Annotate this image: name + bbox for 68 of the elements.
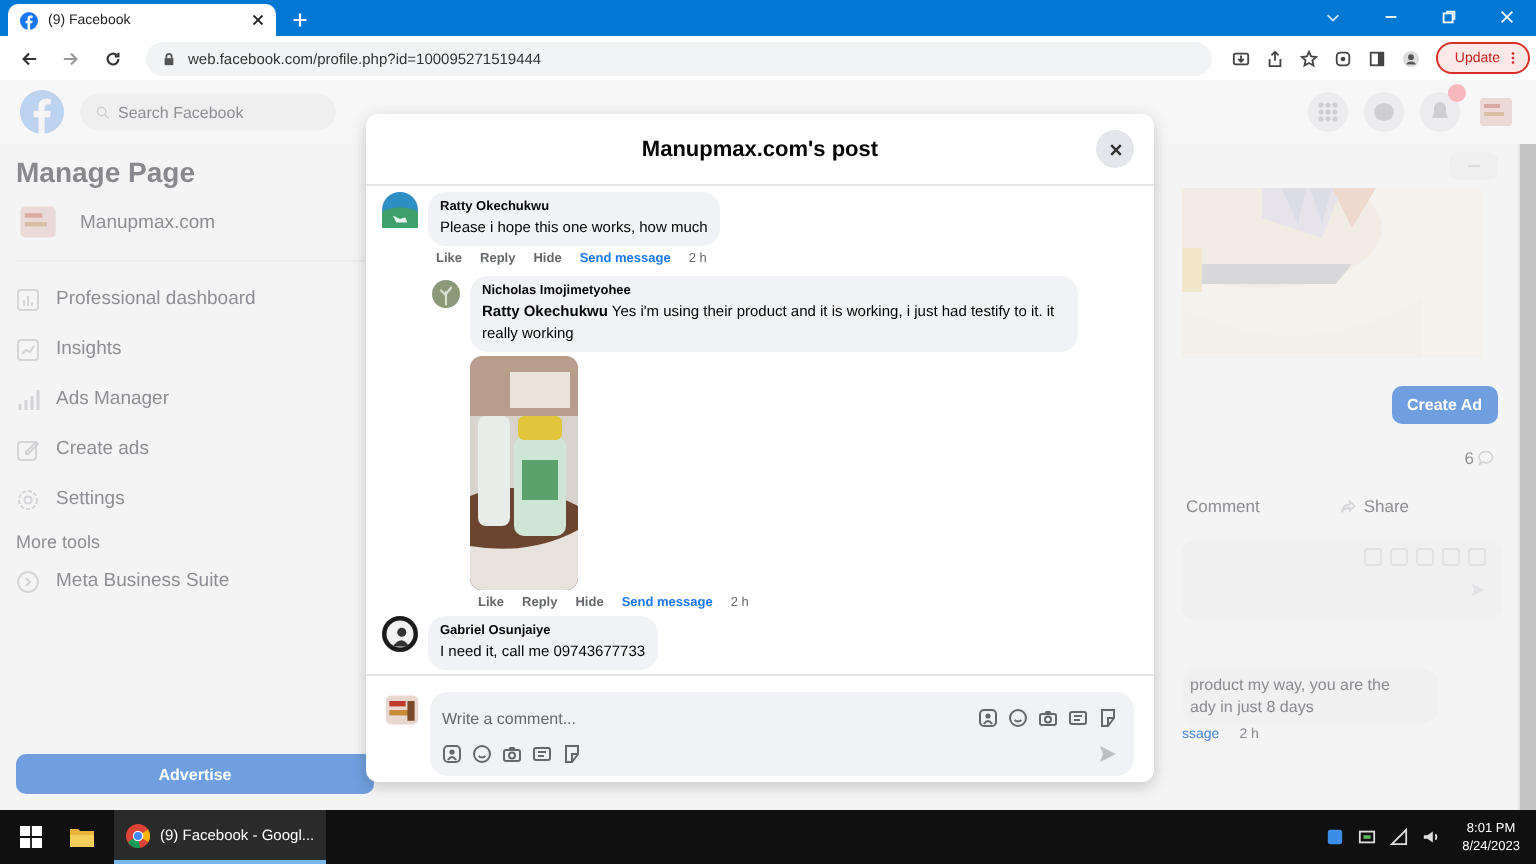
- comment-icon: [1478, 450, 1494, 466]
- comment-input[interactable]: Write a comment...: [442, 709, 978, 727]
- network-icon[interactable]: [1358, 828, 1377, 846]
- sidebar-item[interactable]: Ads Manager: [16, 374, 374, 424]
- sidebar-item[interactable]: Create ads: [16, 424, 374, 474]
- share-button[interactable]: Share: [1339, 496, 1410, 516]
- person-avatar-icon: [382, 616, 418, 652]
- close-icon: [1107, 141, 1123, 157]
- facebook-logo-icon: [20, 11, 38, 29]
- close-button[interactable]: [1096, 130, 1134, 168]
- share-icon[interactable]: [1266, 49, 1285, 67]
- comment-text: product my way, you are the: [1190, 674, 1392, 696]
- plant-avatar-icon: [432, 280, 460, 308]
- app-tray-icon[interactable]: [1326, 828, 1345, 846]
- back-icon[interactable]: [20, 49, 38, 67]
- page-name[interactable]: Manupmax.com: [80, 211, 216, 233]
- create-ad-button[interactable]: Create Ad: [1391, 386, 1498, 424]
- profile-icon[interactable]: [1402, 49, 1421, 67]
- gif-icon[interactable]: [532, 744, 552, 764]
- restore-icon[interactable]: [1440, 8, 1458, 26]
- forward-icon[interactable]: [62, 49, 80, 67]
- volume-icon[interactable]: [1422, 828, 1441, 846]
- emoji-icon[interactable]: [1008, 708, 1028, 728]
- sticker-icon[interactable]: [1098, 708, 1118, 728]
- emoji-icon[interactable]: [472, 744, 492, 764]
- insights-icon: [16, 337, 40, 361]
- bar-chart-icon: [16, 387, 40, 411]
- wifi-icon[interactable]: [1390, 828, 1409, 846]
- notification-dot: [1448, 84, 1466, 102]
- advertise-button[interactable]: Advertise: [16, 754, 374, 794]
- search-icon: [96, 105, 110, 119]
- sidebar-item[interactable]: Insights: [16, 324, 374, 374]
- chrome-icon: [126, 823, 150, 847]
- search-field[interactable]: Search Facebook: [80, 94, 336, 130]
- sidebar-item[interactable]: Professional dashboard: [16, 274, 374, 324]
- comment-button[interactable]: Comment: [1186, 496, 1260, 516]
- camera-icon[interactable]: [1038, 708, 1058, 728]
- sticker-icon[interactable]: [562, 744, 582, 764]
- new-tab-icon[interactable]: [292, 12, 308, 28]
- page-avatar-icon: [384, 692, 420, 728]
- avatar-sticker-icon[interactable]: [978, 708, 998, 728]
- camera-icon[interactable]: [502, 744, 522, 764]
- side-panel-icon[interactable]: [1368, 49, 1387, 67]
- install-icon[interactable]: [1232, 49, 1251, 67]
- reload-icon[interactable]: [104, 49, 122, 67]
- sidebar-item[interactable]: Settings: [16, 474, 374, 524]
- chart-icon: [16, 287, 40, 311]
- lock-icon: [162, 51, 176, 65]
- comment-text: ady in just 8 days: [1190, 696, 1316, 718]
- gif-icon[interactable]: [1068, 708, 1088, 728]
- star-icon[interactable]: [1300, 49, 1319, 67]
- avatar-sticker-icon[interactable]: [442, 744, 462, 764]
- section-heading: More tools: [16, 532, 103, 552]
- sidebar-item[interactable]: Meta Business Suite: [16, 556, 374, 606]
- more-icon[interactable]: [1510, 50, 1516, 66]
- folder-icon[interactable]: [70, 826, 94, 848]
- extension-icon[interactable]: [1334, 49, 1353, 67]
- share-icon: [1339, 498, 1356, 514]
- dialog-title: Manupmax.com's post: [641, 137, 879, 161]
- landscape-avatar-icon: [382, 192, 418, 228]
- windows-start-icon[interactable]: [20, 826, 42, 848]
- scrollbar[interactable]: [1518, 144, 1536, 810]
- comment-count: 6: [1464, 448, 1474, 468]
- pencil-icon: [16, 437, 40, 461]
- chevron-circle-icon: [16, 569, 40, 593]
- sidebar-title: Manage Page: [16, 156, 197, 188]
- settings-icon: [16, 487, 40, 511]
- close-icon[interactable]: [252, 14, 264, 26]
